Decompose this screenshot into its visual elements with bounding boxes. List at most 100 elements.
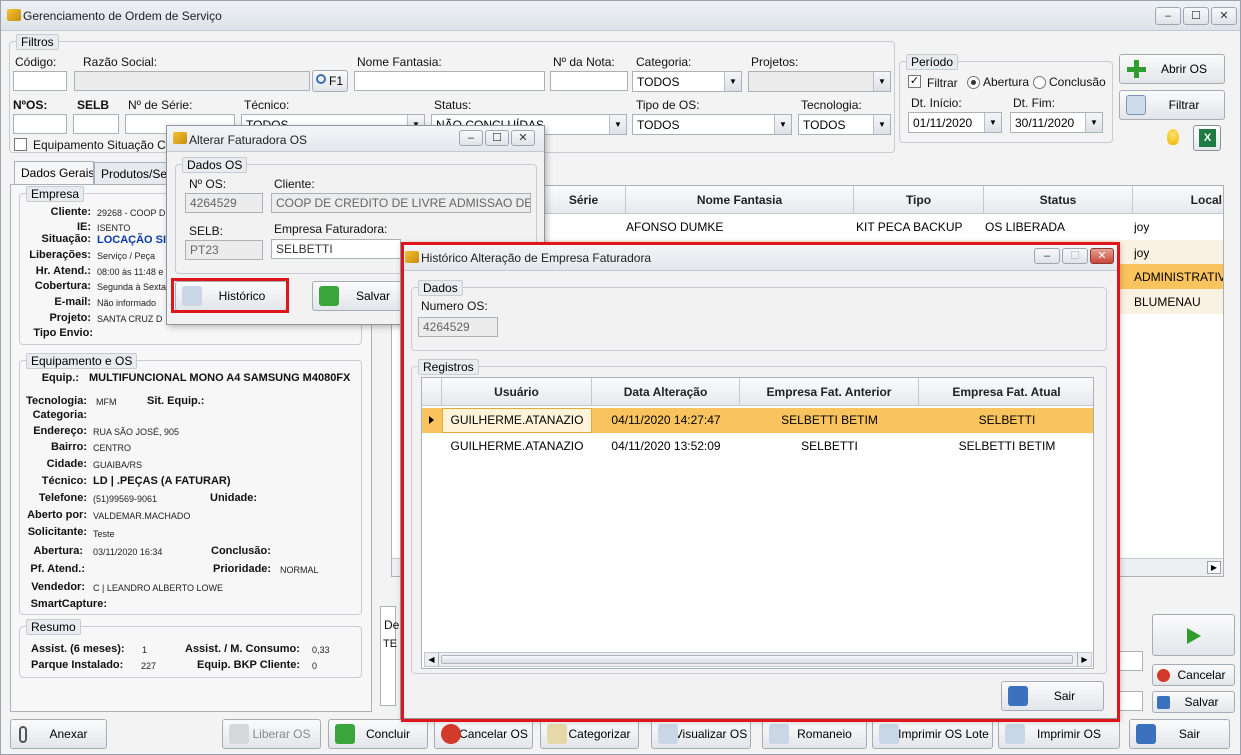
equip-situacao-checkbox[interactable] xyxy=(14,138,27,151)
telefone-label: Telefone: xyxy=(38,492,87,504)
solicitante-label: Solicitante: xyxy=(27,526,87,538)
grid-header-tipo[interactable]: Tipo xyxy=(854,186,984,214)
tecnologia-label-equip: Tecnologia: xyxy=(26,395,87,407)
periodo-legend: Período xyxy=(906,54,959,70)
romaneio-button[interactable]: Romaneio xyxy=(762,719,867,749)
selb-input[interactable] xyxy=(73,114,119,134)
maximize-button[interactable]: ☐ xyxy=(485,130,509,146)
conclusao-label: Conclusão xyxy=(1049,75,1106,89)
grid-header-fantasia[interactable]: Nome Fantasia xyxy=(626,186,854,214)
codigo-input[interactable] xyxy=(13,71,67,91)
razao-input[interactable] xyxy=(74,71,310,91)
categoria-label-equip: Categoria: xyxy=(32,409,87,421)
exit-door-icon xyxy=(1136,724,1156,744)
empresa-input[interactable]: SELBETTI xyxy=(271,239,401,259)
search-f1-button[interactable]: F1 xyxy=(312,70,348,92)
pencil-icon xyxy=(547,724,567,744)
grid-header-serie[interactable]: Série xyxy=(542,186,626,214)
nota-input[interactable] xyxy=(550,71,628,91)
side-input-2[interactable] xyxy=(1119,691,1143,711)
conclusao-radio[interactable] xyxy=(1033,76,1046,89)
tab-dados-gerais[interactable]: Dados Gerais xyxy=(14,161,94,185)
fantasia-input[interactable] xyxy=(354,71,545,91)
excel-export-button[interactable]: X xyxy=(1193,125,1221,151)
consumo-label: Assist. / M. Consumo: xyxy=(185,643,300,655)
tipo-os-select[interactable]: TODOS ▼ xyxy=(632,114,792,135)
tab-produtos-servicos[interactable]: Produtos/Serv xyxy=(94,162,170,184)
filter-icon xyxy=(1126,95,1146,115)
equip-situacao-label: Equipamento Situação Cri xyxy=(33,138,173,152)
side-input-1[interactable] xyxy=(1119,651,1143,671)
abertura-value: 03/11/2020 16:34 xyxy=(93,547,163,557)
bairro-value: CENTRO xyxy=(93,443,131,453)
download-icon xyxy=(319,286,339,306)
tecnico-label-equip: Técnico: xyxy=(41,475,87,487)
filtrar-checkbox[interactable]: ✓ xyxy=(908,75,921,88)
tecnico-value: LD | .PEÇAS (A FATURAR) xyxy=(93,475,231,487)
concluir-button[interactable]: Concluir xyxy=(328,719,428,749)
play-button[interactable] xyxy=(1152,614,1235,656)
abertura-label: Abertura xyxy=(983,75,1030,89)
tecnologia-select[interactable]: TODOS ▼ xyxy=(798,114,891,135)
anexar-button[interactable]: Anexar xyxy=(10,719,107,749)
empresa-legend: Empresa xyxy=(26,186,85,202)
parque-value: 227 xyxy=(141,661,157,671)
check-icon xyxy=(229,724,249,744)
filtrar-button[interactable]: Filtrar xyxy=(1119,90,1225,120)
cobertura-value: Segunda à Sexta xyxy=(97,282,167,292)
minimize-button[interactable]: – xyxy=(1155,7,1181,25)
categorizar-button[interactable]: Categorizar xyxy=(540,719,639,749)
report-icon xyxy=(658,724,678,744)
vendedor-label: Vendedor: xyxy=(31,581,85,593)
save-icon xyxy=(1157,696,1170,709)
dialog-title: Alterar Faturadora OS xyxy=(189,133,308,147)
grid-header-status[interactable]: Status xyxy=(984,186,1133,214)
os-input[interactable] xyxy=(13,114,67,134)
situacao-value: LOCAÇÃO SI xyxy=(97,234,167,246)
minimize-button[interactable]: – xyxy=(459,130,483,146)
dt-fim-picker[interactable]: 30/11/2020 ▼ xyxy=(1010,112,1103,133)
equip-label: Equip.: xyxy=(41,372,79,384)
app-logo-icon xyxy=(173,132,187,144)
sair-button[interactable]: Sair xyxy=(1129,719,1230,749)
imprimir-os-button[interactable]: Imprimir OS xyxy=(998,719,1120,749)
os-input[interactable]: 4264529 xyxy=(185,193,263,213)
abertura-radio[interactable] xyxy=(967,76,980,89)
salvar-button[interactable]: Salvar xyxy=(1152,691,1235,713)
os-label: NºOS: xyxy=(13,98,48,112)
sit-equip-label: Sit. Equip.: xyxy=(147,395,205,407)
cancel-icon xyxy=(441,724,461,744)
categoria-label: Categoria: xyxy=(636,55,692,69)
grid-header-local[interactable]: Local xyxy=(1133,186,1223,214)
os-label: Nº OS: xyxy=(189,177,227,191)
lightbulb-icon[interactable] xyxy=(1167,129,1179,145)
row-local: ADMINISTRATIVO xyxy=(1134,270,1223,284)
row-tipo: KIT PECA BACKUP xyxy=(856,220,963,234)
projetos-select[interactable]: ▼ xyxy=(748,71,891,92)
row-local: BLUMENAU xyxy=(1134,295,1201,309)
cliente-value: 29268 - COOP D xyxy=(97,208,166,218)
historico-dialog-highlight xyxy=(401,242,1120,722)
abrir-os-button[interactable]: Abrir OS xyxy=(1119,54,1225,84)
pf-atend-label: Pf. Atend.: xyxy=(30,563,85,575)
salvar-button[interactable]: Salvar xyxy=(312,281,412,311)
assist-label: Assist. (6 meses): xyxy=(31,643,125,655)
maximize-button[interactable]: ☐ xyxy=(1183,7,1209,25)
categoria-select[interactable]: TODOS ▼ xyxy=(632,71,742,92)
imprimir-os-lote-button[interactable]: Imprimir OS Lote xyxy=(872,719,993,749)
visualizar-os-button[interactable]: Visualizar OS xyxy=(651,719,751,749)
close-button[interactable]: ✕ xyxy=(1211,7,1237,25)
resumo-legend: Resumo xyxy=(26,619,81,635)
dt-inicio-picker[interactable]: 01/11/2020 ▼ xyxy=(908,112,1002,133)
cliente-input[interactable]: COOP DE CREDITO DE LIVRE ADMISSAO DE ASS… xyxy=(271,193,531,213)
cancelar-os-button[interactable]: Cancelar OS xyxy=(434,719,533,749)
close-button[interactable]: ✕ xyxy=(511,130,535,146)
cancelar-button[interactable]: Cancelar xyxy=(1152,664,1235,686)
chevron-down-icon: ▼ xyxy=(774,115,791,134)
selb-input[interactable]: PT23 xyxy=(185,240,263,260)
situacao-label: Situação: xyxy=(41,233,91,245)
liberar-os-button[interactable]: Liberar OS xyxy=(222,719,321,749)
parque-label: Parque Instalado: xyxy=(31,659,124,671)
codigo-label: Código: xyxy=(15,55,57,69)
bairro-label: Bairro: xyxy=(50,441,87,453)
